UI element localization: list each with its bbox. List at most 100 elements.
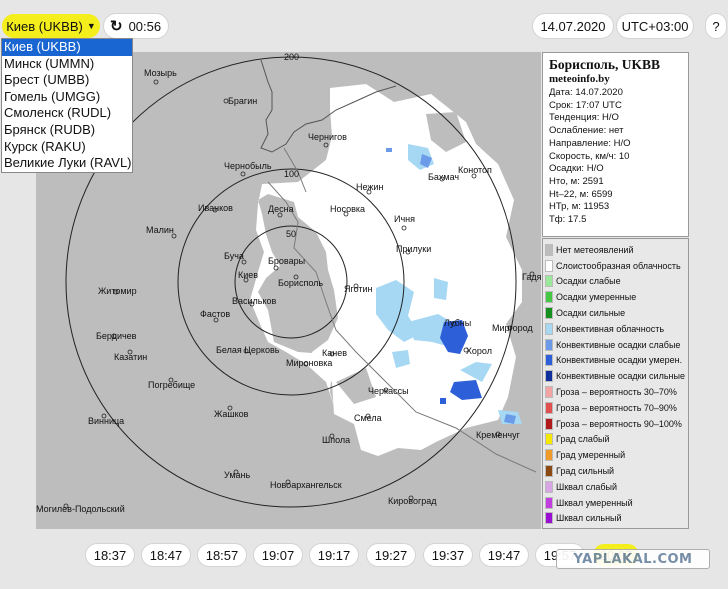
legend-item: Конвективные осадки слабые — [545, 337, 686, 353]
legend-swatch — [545, 338, 553, 351]
range-ring-label: 100 — [284, 169, 300, 179]
refresh-button[interactable]: ↻ 00:56 — [104, 14, 168, 38]
station-option[interactable]: Смоленск (RUDL) — [2, 105, 132, 122]
time-button[interactable]: 19:17 — [310, 544, 358, 566]
city-label: Киев — [238, 270, 259, 280]
help-button[interactable]: ? — [706, 14, 726, 38]
legend-label: Конвективная облачность — [556, 323, 665, 334]
city-label: Хорол — [466, 346, 492, 356]
legend-label: Нет метеоявлений — [556, 244, 634, 255]
station-option[interactable]: Великие Луки (RAVL) — [2, 155, 132, 172]
city-label: Миргород — [492, 323, 533, 333]
timezone-button[interactable]: UTC+03:00 — [617, 14, 693, 38]
legend-label: Град слабый — [556, 434, 610, 445]
city-label: Винница — [88, 416, 125, 426]
city-label: Васильков — [232, 296, 277, 306]
info-line: Тенденция: Н/О — [549, 112, 619, 124]
city-label: Чернигов — [308, 132, 347, 142]
city-label: Малин — [146, 225, 174, 235]
legend-item: Осадки сильные — [545, 305, 686, 321]
info-line: Дата: 14.07.2020 — [549, 87, 623, 98]
city-label: Прилуки — [396, 244, 432, 254]
legend-label: Шквал сильный — [556, 513, 622, 524]
legend-item: Конвективные осадки умерен. — [545, 353, 686, 369]
legend-item: Гроза – вероятность 90–100% — [545, 416, 686, 432]
time-button[interactable]: 19:47 — [480, 544, 528, 566]
legend-item: Гроза – вероятность 70–90% — [545, 400, 686, 416]
legend-label: Конвективные осадки слабые — [556, 339, 681, 350]
legend-label: Осадки умеренные — [556, 292, 637, 303]
city-label: Чернобыль — [224, 161, 272, 171]
time-button[interactable]: 18:47 — [142, 544, 190, 566]
caret-down-icon: ▼ — [86, 21, 96, 31]
time-button[interactable]: 19:07 — [254, 544, 302, 566]
station-option[interactable]: Киев (UKBB) — [2, 39, 132, 56]
legend-label: Слоистообразная облачность — [556, 260, 681, 271]
city-label: Шпола — [322, 435, 351, 445]
convective-precip-area — [440, 398, 446, 404]
time-button[interactable]: 18:57 — [198, 544, 246, 566]
city-label: Нежин — [356, 182, 384, 192]
station-option[interactable]: Брест (UMBB) — [2, 72, 132, 89]
legend-item: Конвективная облачность — [545, 321, 686, 337]
range-ring-label: 50 — [286, 229, 297, 239]
legend-item: Шквал слабый — [545, 479, 686, 495]
legend-swatch — [545, 417, 553, 430]
city-label: Белая Церковь — [216, 345, 280, 355]
legend-label: Град умеренный — [556, 450, 626, 461]
legend-item: Гроза – вероятность 30–70% — [545, 384, 686, 400]
info-line: Направление: Н/О — [549, 137, 631, 149]
city-label: Мозырь — [144, 68, 177, 78]
city-label: Конотоп — [458, 165, 492, 175]
station-option[interactable]: Брянск (RUDB) — [2, 122, 132, 139]
city-label: Жашков — [214, 409, 249, 419]
station-option[interactable]: Гомель (UMGG) — [2, 89, 132, 106]
time-button[interactable]: 18:37 — [86, 544, 134, 566]
city-label: Житомир — [98, 286, 137, 296]
city-label: Буча — [224, 251, 244, 261]
legend-label: Гроза – вероятность 30–70% — [556, 387, 677, 398]
city-label: Фастов — [200, 309, 231, 319]
info-line: Тф: 17.5 — [549, 214, 587, 226]
time-button[interactable]: 19:37 — [424, 544, 472, 566]
date-picker[interactable]: 14.07.2020 — [533, 14, 613, 38]
legend-panel: Нет метеоявлений Слоистообразная облачнос… — [542, 238, 689, 529]
city-label: Могилев-Подольский — [36, 504, 125, 514]
site-name: meteoinfo.by — [549, 73, 610, 85]
station-select[interactable]: Киев (UKBB) ▼ — [2, 14, 100, 38]
refresh-countdown: 00:56 — [128, 18, 162, 34]
time-button[interactable]: 19:27 — [367, 544, 415, 566]
legend-label: Гроза – вероятность 70–90% — [556, 402, 677, 413]
city-label: Кировоград — [388, 496, 437, 506]
city-label: Бровары — [268, 256, 306, 266]
city-label: Погребище — [148, 380, 196, 390]
info-line: Ht–22, м: 6599 — [549, 188, 613, 200]
legend-swatch — [545, 449, 553, 462]
station-option[interactable]: Курск (RAKU) — [2, 139, 132, 156]
city-label: Брагин — [228, 96, 258, 106]
city-label: Бахмач — [428, 172, 460, 182]
legend-swatch — [545, 433, 553, 446]
legend-swatch — [545, 496, 553, 509]
station-option[interactable]: Минск (UMMN) — [2, 56, 132, 73]
city-label: Новоархангельск — [270, 480, 342, 490]
city-label: Яготин — [344, 284, 373, 294]
legend-swatch — [545, 322, 553, 335]
legend-swatch — [545, 370, 553, 383]
legend-label: Шквал слабый — [556, 481, 618, 492]
legend-item: Конвективные осадки сильные — [545, 368, 686, 384]
legend-label: Конвективные осадки умерен. — [556, 355, 683, 366]
legend-item: Нет метеоявлений — [545, 242, 686, 258]
legend-swatch — [545, 354, 553, 367]
info-line: Ослабление: нет — [549, 125, 624, 137]
city-label: Черкассы — [368, 386, 409, 396]
station-info-panel: Борисполь, UKBB meteoinfo.by Дата: 14.07… — [542, 52, 689, 237]
legend-item: Град сильный — [545, 463, 686, 479]
city-label: Десна — [268, 204, 294, 214]
stratiform-cloud-area — [250, 84, 522, 456]
range-ring-label: 200 — [284, 52, 300, 62]
convective-precip-area — [386, 148, 392, 152]
city-label: Гадяч — [522, 272, 541, 282]
legend-item: Град слабый — [545, 432, 686, 448]
city-label: Умань — [224, 470, 251, 480]
